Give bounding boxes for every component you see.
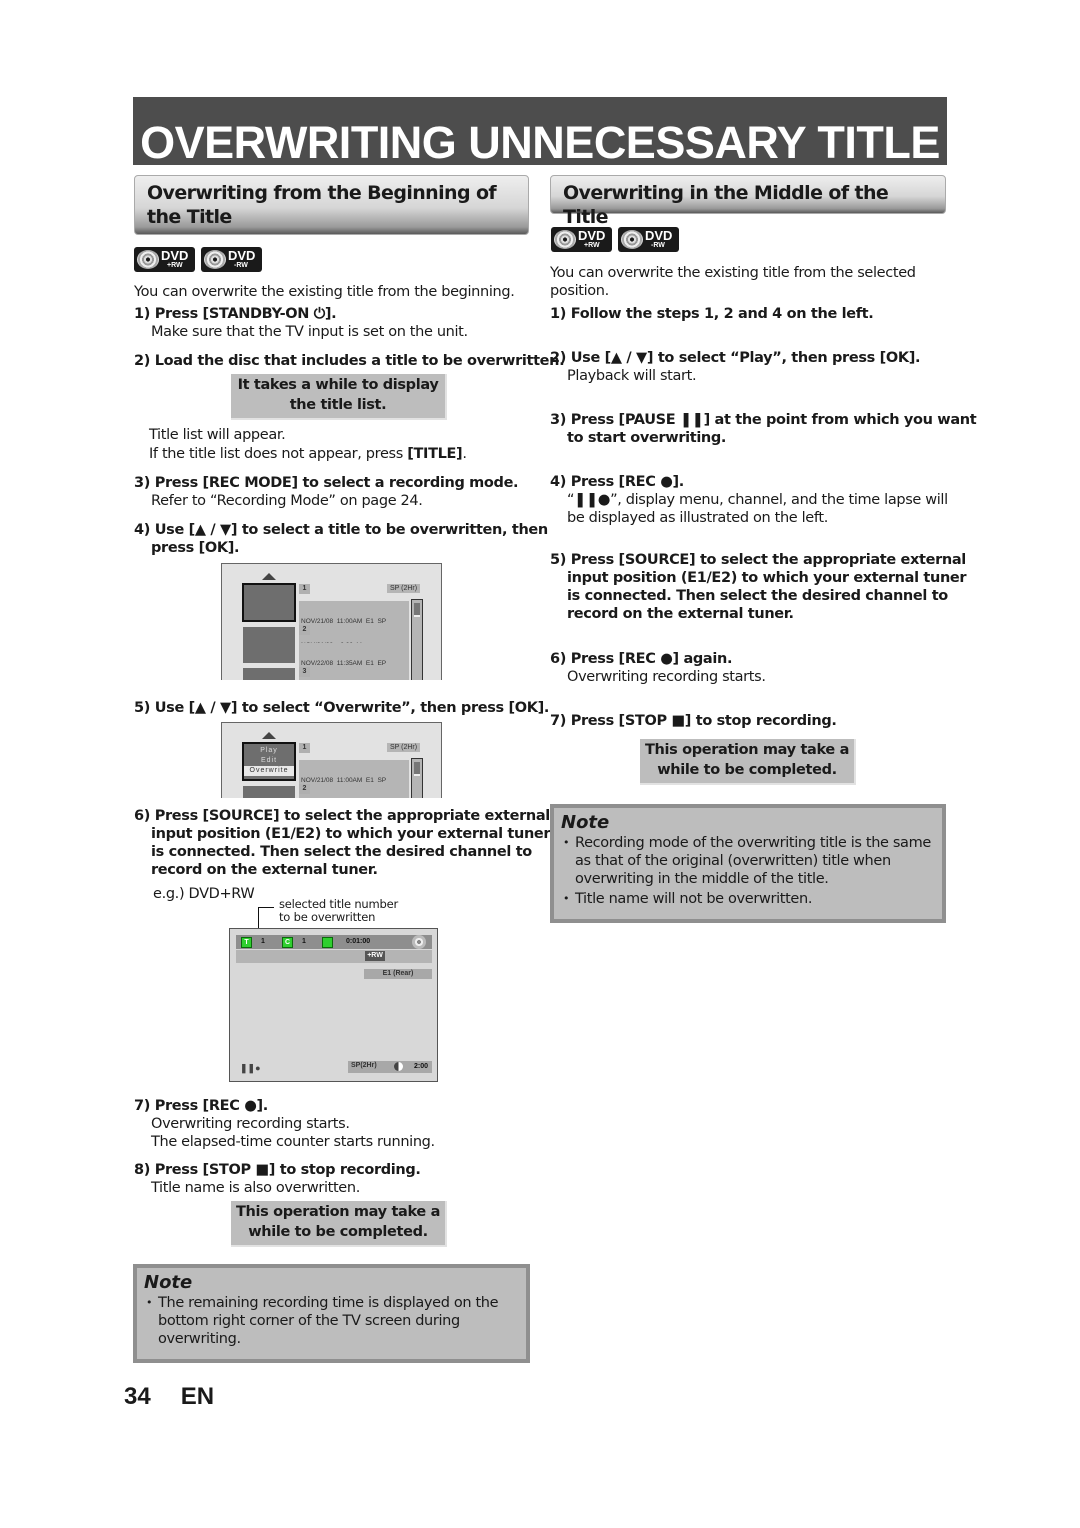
scrollbar[interactable] xyxy=(411,758,423,798)
recording-mode-label: SP (2Hr) xyxy=(387,743,421,752)
right-step-2: 2) Use [▲ / ▼] to select “Play”, then pr… xyxy=(550,350,921,384)
osd-status-bar xyxy=(236,935,432,949)
note-title: Note xyxy=(144,1272,193,1293)
left-step-2: 2) Load the disc that includes a title t… xyxy=(134,353,565,369)
left-step-4: 4) Use [▲ / ▼] to select a title to be o… xyxy=(134,522,548,556)
remaining-time-icon xyxy=(394,1062,403,1071)
callout-display-title-list: It takes a while to display the title li… xyxy=(231,374,447,420)
callout-operation-time-left: This operation may take a while to be co… xyxy=(231,1201,447,1247)
left-step-3: 3) Press [REC MODE] to select a recordin… xyxy=(134,475,519,509)
left-step-6: 6) Press [SOURCE] to select the appropri… xyxy=(134,808,551,878)
up-arrow-icon xyxy=(262,573,276,580)
page-title-banner: OVERWRITING UNNECESSARY TITLE xyxy=(133,97,947,168)
left-intro: You can overwrite the existing title fro… xyxy=(134,284,515,300)
note-title: Note xyxy=(561,812,610,833)
dvd-minus-rw-badge: DVD -RW xyxy=(618,227,679,252)
right-note-box: Note Recording mode of the overwriting t… xyxy=(550,804,946,923)
disc-icon xyxy=(554,230,576,249)
page-title: OVERWRITING UNNECESSARY TITLE xyxy=(140,117,940,168)
up-arrow-icon xyxy=(262,732,276,739)
title-action-menu: Play Edit Overwrite xyxy=(244,746,294,776)
example-label: e.g.) DVD+RW xyxy=(153,886,255,902)
right-intro: You can overwrite the existing title fro… xyxy=(550,265,916,299)
chapter-icon: C xyxy=(282,937,293,948)
dvd-plus-rw-badge: DVD +RW xyxy=(134,247,195,272)
osd-second-bar xyxy=(236,950,432,963)
disc-icon xyxy=(621,230,643,249)
right-step-5: 5) Press [SOURCE] to select the appropri… xyxy=(550,552,967,622)
title-number-3: 3 xyxy=(299,667,310,677)
left-disc-badges: DVD +RW DVD -RW xyxy=(134,247,262,272)
title-thumbnail-2 xyxy=(243,786,295,798)
left-title-list-info: Title list will appear. If the title lis… xyxy=(149,427,467,462)
menu-item-play[interactable]: Play xyxy=(244,746,294,756)
title-thumbnail-2[interactable] xyxy=(243,627,295,663)
disc-icon xyxy=(412,935,426,949)
right-section-heading: Overwriting in the Middle of the Title xyxy=(550,175,946,228)
left-section-heading: Overwriting from the Beginning of the Ti… xyxy=(134,175,529,235)
title-number-2: 2 xyxy=(299,625,310,635)
right-disc-badges: DVD +RW DVD -RW xyxy=(551,227,679,252)
title-info-1: NOV/21/08 11:00AM E1 SP NOV/21/08 0:20:4… xyxy=(299,760,409,798)
dvd-minus-rw-badge: DVD -RW xyxy=(201,247,262,272)
osd-elapsed-time: 0:01:00 xyxy=(346,938,371,945)
title-number-2: 2 xyxy=(299,784,310,794)
title-info-2: NOV/22/08 11:35AM E1 EP NOV/22/08 0:10:3… xyxy=(299,643,409,680)
title-list-menu-screen: Play Edit Overwrite 1 SP (2Hr) NOV/21/08… xyxy=(221,722,442,798)
dvd-plus-rw-badge: DVD +RW xyxy=(551,227,612,252)
osd-title-number: 1 xyxy=(261,938,265,945)
title-thumbnail-3[interactable] xyxy=(243,668,295,680)
right-step-7: 7) Press [STOP ■] to stop recording. xyxy=(550,713,837,729)
right-step-3: 3) Press [PAUSE ❚❚] at the point from wh… xyxy=(550,412,977,446)
osd-chapter-number: 1 xyxy=(302,938,306,945)
left-step-8: 8) Press [STOP ■] to stop recording. Tit… xyxy=(134,1162,421,1196)
disc-icon xyxy=(137,250,159,269)
osd-remaining-time: 2:00 xyxy=(414,1063,429,1070)
note-item: Recording mode of the overwriting title … xyxy=(561,834,935,888)
right-step-1: 1) Follow the steps 1, 2 and 4 on the le… xyxy=(550,306,874,322)
title-list-screen: 1 SP (2Hr) NOV/21/08 11:00AM E1 SP NOV/2… xyxy=(221,563,442,680)
left-step-7: 7) Press [REC ●]. Overwriting recording … xyxy=(134,1098,435,1150)
disc-type-label: +RW xyxy=(365,951,385,961)
title-number-1: 1 xyxy=(299,584,310,594)
recording-mode-label: SP (2Hr) xyxy=(387,584,421,593)
right-step-6: 6) Press [REC ●] again. Overwriting reco… xyxy=(550,651,766,685)
osd-screen: T 1 C 1 0:01:00 +RW E1 (Rear) ❚❚● SP(2Hr… xyxy=(229,928,438,1082)
callout-operation-time-right: This operation may take a while to be co… xyxy=(640,739,856,785)
menu-item-overwrite[interactable]: Overwrite xyxy=(244,766,294,776)
language-code: EN xyxy=(180,1383,215,1410)
left-step-1: 1) Press [STANDBY-ON ⏻]. Make sure that … xyxy=(134,306,468,340)
title-icon: T xyxy=(241,937,252,948)
input-source-label: E1 (Rear) xyxy=(364,969,432,979)
right-step-4: 4) Press [REC ●]. “❚❚●”, display menu, c… xyxy=(550,474,948,526)
title-number-1: 1 xyxy=(299,743,310,753)
osd-rec-mode: SP(2Hr) xyxy=(351,1062,377,1069)
left-note-box: Note The remaining recording time is dis… xyxy=(133,1264,530,1363)
pause-record-icon: ❚❚● xyxy=(240,1063,261,1073)
page-number: 34 xyxy=(124,1383,151,1410)
annotation-line xyxy=(258,907,274,908)
clock-icon xyxy=(322,937,333,948)
left-step-5: 5) Use [▲ / ▼] to select “Overwrite”, th… xyxy=(134,700,550,716)
page-footer: 34 EN xyxy=(124,1383,214,1411)
disc-icon xyxy=(204,250,226,269)
note-item: The remaining recording time is displaye… xyxy=(144,1294,519,1348)
annotation-text: selected title number to be overwritten xyxy=(279,897,399,924)
scrollbar[interactable] xyxy=(411,599,423,680)
menu-item-edit[interactable]: Edit xyxy=(244,756,294,766)
title-thumbnail-1[interactable] xyxy=(242,583,296,622)
note-item: Title name will not be overwritten. xyxy=(561,890,935,908)
